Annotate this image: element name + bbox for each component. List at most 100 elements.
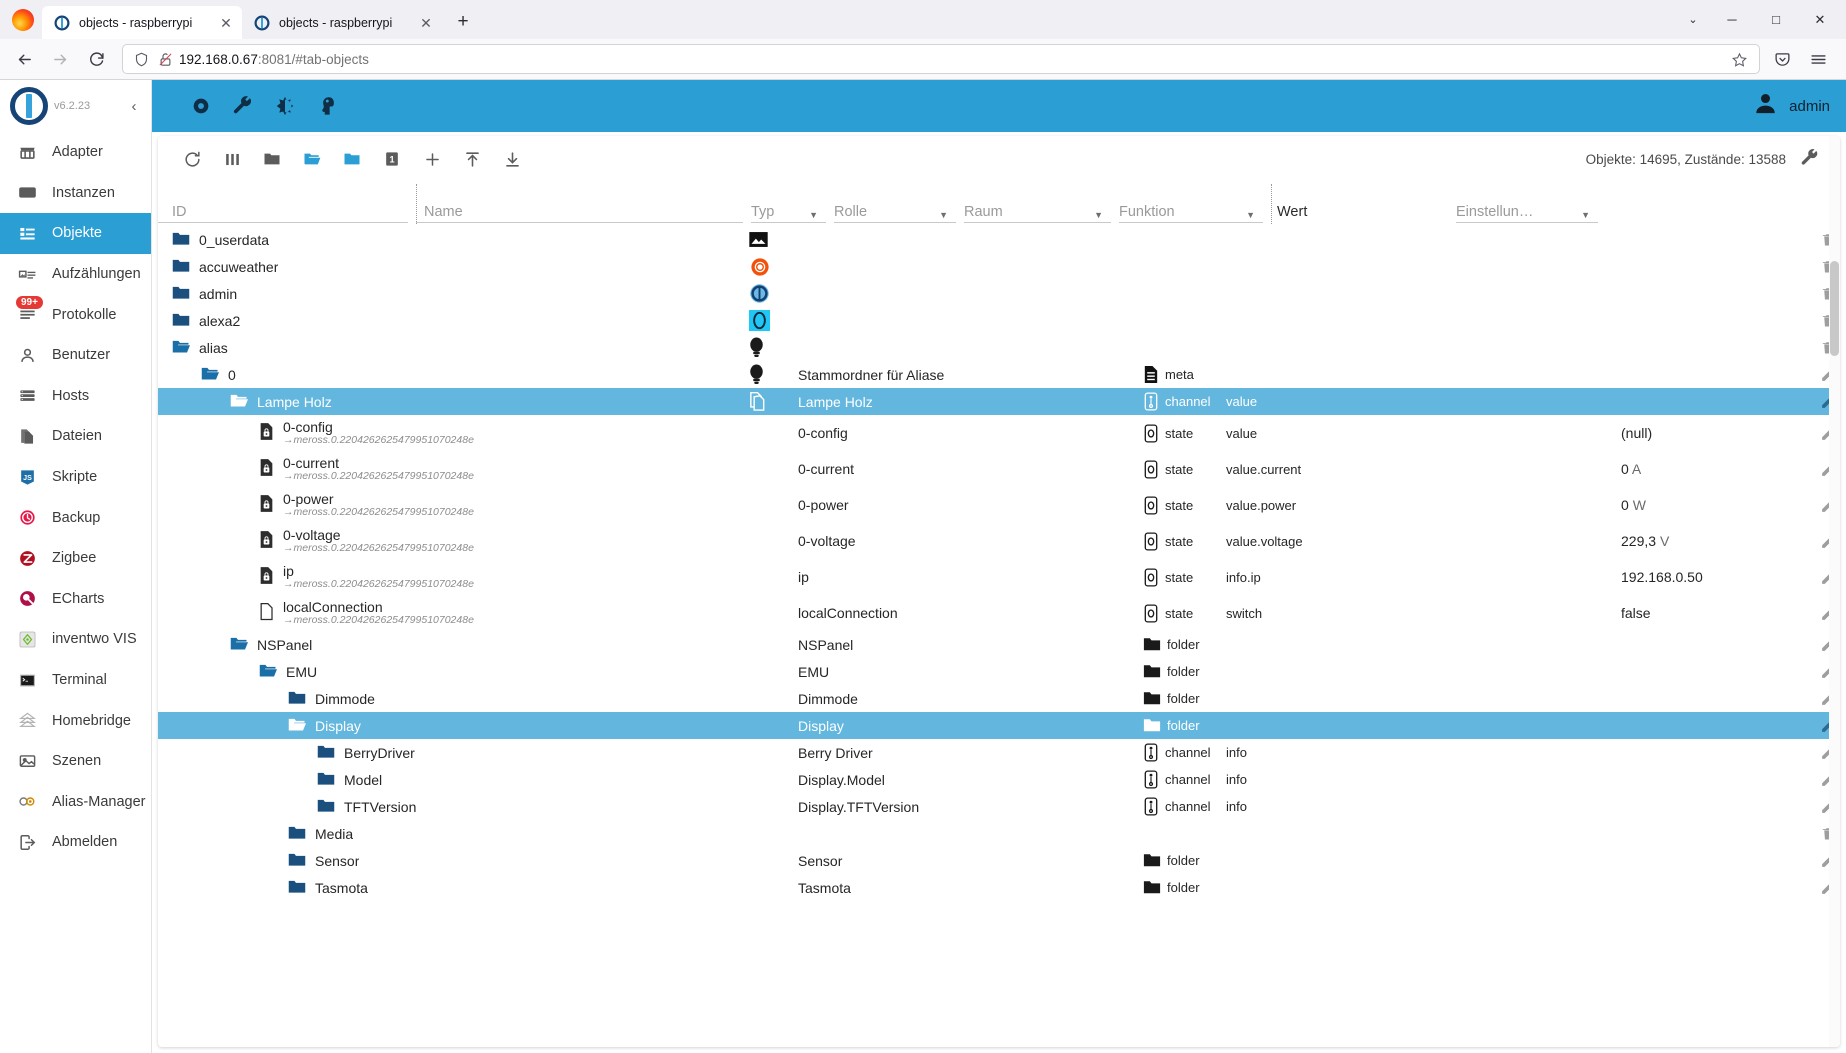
tree-node-icon[interactable] (259, 602, 283, 624)
browser-tab-1[interactable]: objects - raspberrypi ✕ (42, 6, 242, 39)
vertical-scrollbar[interactable] (1829, 136, 1840, 1047)
tree-node-icon[interactable] (172, 285, 199, 303)
tree-node-icon[interactable] (317, 798, 344, 816)
tree-node-icon[interactable] (230, 393, 257, 411)
shield-icon[interactable] (131, 49, 151, 69)
tree-node-icon[interactable] (288, 825, 315, 843)
tree-node-icon[interactable] (172, 231, 199, 249)
star-icon[interactable] (1727, 47, 1751, 71)
expand-one-level-icon[interactable] (332, 142, 372, 176)
sidebar-item-terminal[interactable]: Terminal (0, 660, 151, 701)
refresh-icon[interactable] (172, 142, 212, 176)
table-row[interactable]: ip →meross.0.2204262625479951070248e ip … (158, 559, 1840, 595)
tree-node-icon[interactable] (172, 339, 199, 357)
expand-all-icon[interactable] (292, 142, 332, 176)
appbar-user-area[interactable]: admin (1752, 90, 1830, 122)
url-bar[interactable]: 192.168.0.67:8081/#tab-objects (122, 44, 1760, 74)
tree-node-icon[interactable] (172, 258, 199, 276)
tree-node-icon[interactable] (317, 744, 344, 762)
application-menu-icon[interactable] (1802, 43, 1834, 75)
table-row[interactable]: Media (158, 820, 1840, 847)
collapse-sidebar-icon[interactable]: ‹ (123, 98, 145, 115)
new-tab-button[interactable]: + (448, 7, 478, 37)
minimize-button[interactable]: ─ (1710, 2, 1754, 38)
tree-node-icon[interactable] (201, 366, 228, 384)
filter-settings[interactable]: Einstellun… ▼ (1456, 193, 1606, 223)
sidebar-item-zigbee[interactable]: Zigbee (0, 538, 151, 579)
sidebar-item-szenen[interactable]: Szenen (0, 741, 151, 782)
table-row[interactable]: 0-voltage →meross.0.22042626254799510702… (158, 523, 1840, 559)
sidebar-item-alias-manager[interactable]: Alias-Manager (0, 782, 151, 823)
tree-node-icon[interactable] (230, 636, 257, 654)
sidebar-item-hosts[interactable]: Hosts (0, 376, 151, 417)
objects-tree[interactable]: 0_userdata accuweather admin alexa2 alia… (158, 226, 1840, 1047)
contrast-icon[interactable] (264, 90, 306, 122)
filter-type[interactable]: Typ ▼ (751, 193, 834, 223)
tree-node-icon[interactable] (259, 458, 283, 480)
eye-icon[interactable] (180, 90, 222, 122)
tree-node-icon[interactable] (288, 852, 315, 870)
save-to-pocket-icon[interactable] (1766, 43, 1798, 75)
table-row[interactable]: localConnection →meross.0.22042626254799… (158, 595, 1840, 631)
sidebar-item-aufzaehlungen[interactable]: Aufzählungen (0, 254, 151, 295)
sidebar-item-homebridge[interactable]: Homebridge (0, 700, 151, 741)
tree-node-icon[interactable] (259, 422, 283, 444)
tree-node-icon[interactable] (317, 771, 344, 789)
tree-node-icon[interactable] (288, 717, 315, 735)
table-row[interactable]: alias (158, 334, 1840, 361)
table-row[interactable]: 0-power →meross.0.2204262625479951070248… (158, 487, 1840, 523)
table-row[interactable]: Tasmota Tasmota folder (158, 874, 1840, 901)
table-row[interactable]: BerryDriver Berry Driver channel info (158, 739, 1840, 766)
wrench-icon[interactable] (222, 90, 264, 122)
sidebar-item-protokolle[interactable]: 99+ Protokolle (0, 294, 151, 335)
table-row[interactable]: Lampe Holz Lampe Holz channel value (158, 388, 1840, 415)
sidebar-item-dateien[interactable]: Dateien (0, 416, 151, 457)
table-row[interactable]: Display Display folder (158, 712, 1840, 739)
filter-role[interactable]: Rolle ▼ (834, 193, 964, 223)
sidebar-item-objekte[interactable]: Objekte (0, 213, 151, 254)
table-row[interactable]: EMU EMU folder (158, 658, 1840, 685)
scrollbar-thumb[interactable] (1830, 261, 1839, 356)
sidebar-item-adapter[interactable]: Adapter (0, 132, 151, 173)
columns-icon[interactable] (212, 142, 252, 176)
table-row[interactable]: 0_userdata (158, 226, 1840, 253)
table-row[interactable]: Model Display.Model channel info (158, 766, 1840, 793)
table-row[interactable]: TFTVersion Display.TFTVersion channel in… (158, 793, 1840, 820)
collapse-all-icon[interactable] (252, 142, 292, 176)
import-icon[interactable] (452, 142, 492, 176)
wrench-icon[interactable] (1800, 148, 1820, 171)
expert-mode-icon[interactable] (306, 90, 348, 122)
tree-node-icon[interactable] (288, 879, 315, 897)
filter-room[interactable]: Raum ▼ (964, 193, 1119, 223)
maximize-button[interactable]: □ (1754, 2, 1798, 38)
add-object-icon[interactable] (412, 142, 452, 176)
depth-level-icon[interactable]: 1 (372, 142, 412, 176)
reload-icon[interactable] (80, 43, 112, 75)
sidebar-item-abmelden[interactable]: Abmelden (0, 822, 151, 863)
close-icon[interactable]: ✕ (216, 13, 236, 33)
table-row[interactable]: Dimmode Dimmode folder (158, 685, 1840, 712)
list-all-tabs-icon[interactable]: ⌄ (1676, 2, 1710, 38)
table-row[interactable]: NSPanel NSPanel folder (158, 631, 1840, 658)
sidebar-item-inventwo-vis[interactable]: inventwo VIS (0, 619, 151, 660)
sidebar-item-echarts[interactable]: ECharts (0, 579, 151, 620)
table-row[interactable]: 0 Stammordner für Aliase meta (158, 361, 1840, 388)
close-window-button[interactable]: ✕ (1798, 2, 1842, 38)
forward-icon[interactable] (44, 43, 76, 75)
filter-id[interactable]: ID (158, 193, 416, 223)
tree-node-icon[interactable] (259, 494, 283, 516)
table-row[interactable]: accuweather (158, 253, 1840, 280)
back-icon[interactable] (8, 43, 40, 75)
table-row[interactable]: admin (158, 280, 1840, 307)
table-row[interactable]: 0-current →meross.0.22042626254799510702… (158, 451, 1840, 487)
tree-node-icon[interactable] (259, 566, 283, 588)
browser-tab-2[interactable]: objects - raspberrypi ✕ (242, 6, 442, 39)
sidebar-item-benutzer[interactable]: Benutzer (0, 335, 151, 376)
broken-lock-icon[interactable] (155, 49, 175, 69)
sidebar-item-instanzen[interactable]: Instanzen (0, 173, 151, 214)
sidebar-item-backup[interactable]: Backup (0, 497, 151, 538)
filter-function[interactable]: Funktion ▼ (1119, 193, 1271, 223)
table-row[interactable]: Sensor Sensor folder (158, 847, 1840, 874)
close-icon[interactable]: ✕ (416, 13, 436, 33)
table-row[interactable]: alexa2 (158, 307, 1840, 334)
